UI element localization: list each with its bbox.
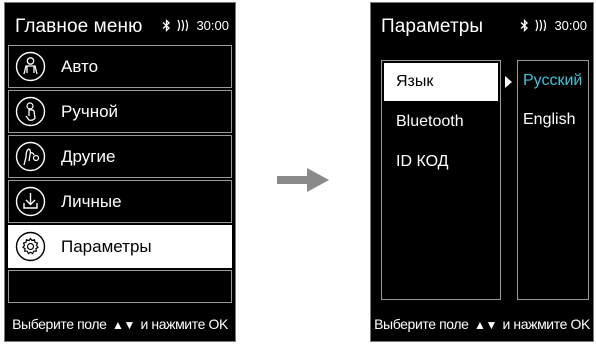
footer-hint: Выберите поле ▲▼ и нажмите OK bbox=[5, 313, 235, 341]
param-item-label: ID КОД bbox=[396, 153, 449, 170]
language-option-english[interactable]: English bbox=[523, 111, 575, 129]
menu-item-manual[interactable]: Ручной bbox=[8, 90, 232, 133]
param-item-id-code[interactable]: ID КОД bbox=[384, 143, 498, 181]
menu-item-label: Авто bbox=[61, 57, 99, 76]
param-item-label: Язык bbox=[396, 73, 434, 90]
menu-item-label: Ручной bbox=[61, 102, 119, 121]
wireless-signal-icon bbox=[177, 19, 189, 32]
gear-icon bbox=[15, 231, 46, 262]
footer-hint: Выберите поле ▲▼ и нажмите OK bbox=[371, 313, 593, 341]
time-readout: 30:00 bbox=[554, 18, 587, 33]
bluetooth-icon bbox=[521, 18, 529, 33]
hand-pointer-icon bbox=[15, 96, 46, 127]
param-item-language[interactable]: Язык bbox=[384, 63, 498, 101]
status-bar: 30:00 bbox=[520, 18, 587, 33]
up-down-arrows-icon: ▲▼ bbox=[112, 318, 135, 332]
menu-item-other[interactable]: Другие bbox=[8, 135, 232, 178]
title-bar: Главное меню 30:00 bbox=[5, 3, 235, 45]
menu-item-personal[interactable]: Личные bbox=[8, 180, 232, 223]
footer-hint-suffix: и нажмите OK bbox=[502, 316, 590, 332]
person-icon bbox=[15, 51, 46, 82]
settings-screen: Параметры 30:00 Язык Bluetooth ID КОД Ру… bbox=[370, 2, 594, 342]
status-bar: 30:00 bbox=[162, 18, 229, 33]
footer-hint-prefix: Выберите поле bbox=[12, 316, 107, 332]
menu-item-settings[interactable]: Параметры bbox=[8, 225, 232, 268]
wireless-signal-icon bbox=[535, 19, 547, 32]
selection-pointer-icon bbox=[505, 76, 512, 88]
footer-hint-prefix: Выберите поле bbox=[374, 316, 469, 332]
time-readout: 30:00 bbox=[196, 18, 229, 33]
language-option-russian[interactable]: Русский bbox=[523, 72, 582, 90]
param-item-label: Bluetooth bbox=[396, 113, 464, 130]
menu-item-label: Другие bbox=[61, 147, 116, 166]
main-menu-screen: Главное меню 30:00 Авто Ручной Другие Ли… bbox=[4, 2, 236, 342]
download-icon bbox=[15, 186, 46, 217]
empty-menu-slot bbox=[8, 270, 232, 303]
screen-title: Главное меню bbox=[15, 16, 143, 37]
hand-gesture-icon bbox=[15, 141, 46, 172]
parameters-list: Язык Bluetooth ID КОД bbox=[381, 60, 501, 300]
title-bar: Параметры 30:00 bbox=[371, 3, 593, 45]
menu-item-label: Параметры bbox=[61, 237, 152, 256]
param-item-bluetooth[interactable]: Bluetooth bbox=[384, 103, 498, 141]
menu-item-label: Личные bbox=[61, 192, 122, 211]
language-options-list: Русский English bbox=[517, 60, 589, 300]
menu-item-auto[interactable]: Авто bbox=[8, 45, 232, 88]
screen-title: Параметры bbox=[381, 16, 484, 37]
transition-arrow-icon bbox=[277, 168, 329, 192]
bluetooth-icon bbox=[163, 18, 171, 33]
up-down-arrows-icon: ▲▼ bbox=[474, 318, 497, 332]
footer-hint-suffix: и нажмите OK bbox=[140, 316, 228, 332]
